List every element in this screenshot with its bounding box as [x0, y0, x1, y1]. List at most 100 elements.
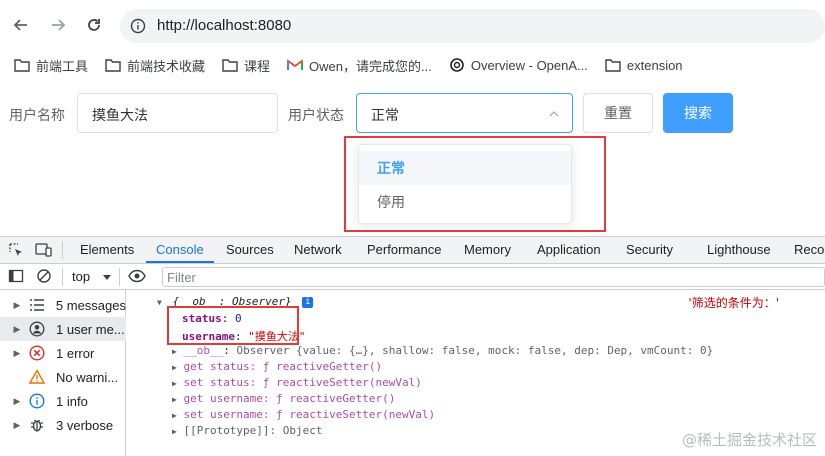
tab-console[interactable]: Console [156, 242, 204, 257]
chevron-up-icon [549, 111, 559, 117]
tab-memory[interactable]: Memory [464, 242, 511, 257]
property-key: __ob__ [183, 344, 224, 357]
context-selector[interactable]: top [72, 269, 90, 284]
collapse-arrow-icon[interactable]: ▼ [157, 298, 162, 307]
property-ob[interactable]: ▶ __ob__: Observer {value: {…}, shallow:… [172, 344, 713, 357]
getter-username[interactable]: ▶ get username: ƒ reactiveGetter() [172, 392, 395, 405]
clear-console-icon[interactable] [36, 268, 52, 287]
sidebar-item-label: 1 error [56, 345, 95, 361]
expand-arrow-icon: ▶ [13, 299, 21, 310]
tab-network[interactable]: Network [294, 242, 342, 257]
openai-icon [449, 57, 465, 73]
sidebar-item-errors[interactable]: ▶ 1 error [0, 341, 126, 365]
tab-lighthouse[interactable]: Lighthouse [707, 242, 771, 257]
expand-arrow-icon[interactable]: ▶ [172, 379, 177, 388]
object-info-icon[interactable]: i [302, 296, 314, 308]
username-input-value: 摸鱼大法 [92, 107, 148, 123]
console-filter-input[interactable]: Filter [162, 267, 825, 287]
tab-security[interactable]: Security [626, 242, 673, 257]
bookmark-openai[interactable]: Overview - OpenA... [449, 57, 588, 73]
username-input[interactable]: 摸鱼大法 [77, 93, 278, 133]
bookmark-courses[interactable]: 课程 [222, 56, 270, 75]
user-icon [28, 320, 46, 338]
device-toolbar-icon[interactable] [35, 242, 53, 261]
accessor-text: set username: ƒ reactiveSetter(newVal) [183, 408, 436, 421]
status-select-value: 正常 [371, 107, 399, 123]
prototype-text: [[Prototype]]: Object [183, 424, 323, 437]
browser-toolbar: http://localhost:8080 [0, 0, 825, 50]
getter-status[interactable]: ▶ get status: ƒ reactiveGetter() [172, 360, 382, 373]
inspect-element-icon[interactable] [8, 242, 24, 261]
folder-icon [222, 58, 238, 72]
folder-icon [105, 58, 121, 72]
tab-recorder[interactable]: Recor [794, 242, 825, 257]
tab-performance[interactable]: Performance [367, 242, 441, 257]
caret-down-icon [102, 270, 112, 285]
devtools-tab-bar: Elements Console Sources Network Perform… [0, 237, 825, 264]
sidebar-item-verbose[interactable]: ▶ 3 verbose [0, 413, 126, 437]
accessor-text: set status: ƒ reactiveSetter(newVal) [183, 376, 422, 389]
gmail-icon [287, 59, 304, 71]
console-sidebar: ▶ 5 messages ▶ 1 user me... ▶ 1 error No… [0, 290, 126, 456]
expand-arrow-icon[interactable]: ▶ [172, 347, 177, 356]
log-message-text: '筛选的条件为：' [688, 296, 779, 310]
arrow-left-icon [13, 19, 27, 31]
reload-button[interactable] [83, 14, 105, 36]
expand-arrow-icon[interactable]: ▶ [172, 411, 177, 420]
accessor-text: get status: ƒ reactiveGetter() [183, 360, 383, 373]
sidebar-item-label: 1 info [56, 393, 88, 409]
setter-status[interactable]: ▶ set status: ƒ reactiveSetter(newVal) [172, 376, 422, 389]
sidebar-item-info[interactable]: ▶ 1 info [0, 389, 126, 413]
bookmark-frontend-tech[interactable]: 前端技术收藏 [105, 56, 205, 75]
devtools-panel: Elements Console Sources Network Perform… [0, 236, 825, 456]
expand-arrow-icon: ▶ [13, 347, 21, 358]
bookmark-label: 前端技术收藏 [127, 58, 206, 74]
bug-icon [28, 416, 46, 434]
status-label: 用户状态 [288, 107, 344, 123]
sidebar-item-messages[interactable]: ▶ 5 messages [0, 293, 126, 317]
search-button[interactable]: 搜索 [663, 93, 733, 133]
expand-arrow-icon[interactable]: ▶ [172, 427, 177, 436]
info-icon [28, 392, 46, 410]
toolbar-divider [62, 242, 63, 259]
bookmark-label: Overview - OpenA... [470, 57, 588, 73]
list-icon [28, 296, 46, 314]
tab-elements[interactable]: Elements [80, 242, 134, 257]
expand-arrow-icon[interactable]: ▶ [172, 363, 177, 372]
expand-arrow-icon: ▶ [13, 395, 21, 406]
reload-icon [88, 19, 100, 31]
sidebar-item-user-messages[interactable]: ▶ 1 user me... [0, 317, 126, 341]
url-text: http://localhost:8080 [157, 17, 292, 34]
error-icon [28, 344, 46, 362]
bookmark-frontend-tools[interactable]: 前端工具 [14, 56, 88, 75]
forward-button[interactable] [47, 14, 69, 36]
live-expression-eye-icon[interactable] [128, 268, 146, 287]
sidebar-toggle-icon[interactable] [8, 268, 24, 287]
highlight-box-dropdown [344, 136, 606, 232]
bookmark-label: extension [626, 57, 683, 73]
bookmark-label: Owen，请完成您的... [309, 58, 432, 74]
sidebar-item-label: 1 user me... [56, 321, 125, 337]
address-bar[interactable]: http://localhost:8080 [120, 9, 825, 43]
warning-icon [28, 368, 46, 386]
prototype-line[interactable]: ▶ [[Prototype]]: Object [172, 424, 323, 437]
tab-application[interactable]: Application [537, 242, 601, 257]
status-select[interactable]: 正常 [356, 93, 573, 133]
sidebar-item-label: No warni... [56, 369, 119, 385]
arrow-right-icon [52, 19, 66, 31]
sidebar-item-label: 3 verbose [56, 417, 114, 433]
toolbar-divider [62, 268, 63, 286]
accessor-text: get username: ƒ reactiveGetter() [183, 392, 396, 405]
back-button[interactable] [10, 14, 32, 36]
setter-username[interactable]: ▶ set username: ƒ reactiveSetter(newVal) [172, 408, 435, 421]
bookmark-gmail[interactable]: Owen，请完成您的... [287, 56, 432, 75]
expand-arrow-icon: ▶ [13, 323, 21, 334]
highlight-box-properties [167, 306, 299, 345]
tab-sources[interactable]: Sources [226, 242, 274, 257]
sidebar-item-warnings[interactable]: No warni... [0, 365, 126, 389]
expand-arrow-icon[interactable]: ▶ [172, 395, 177, 404]
bookmark-extension[interactable]: extension [605, 58, 683, 73]
site-info-icon[interactable] [130, 18, 146, 34]
reset-button[interactable]: 重置 [583, 93, 653, 133]
property-value: Observer {value: {…}, shallow: false, mo… [236, 344, 714, 357]
